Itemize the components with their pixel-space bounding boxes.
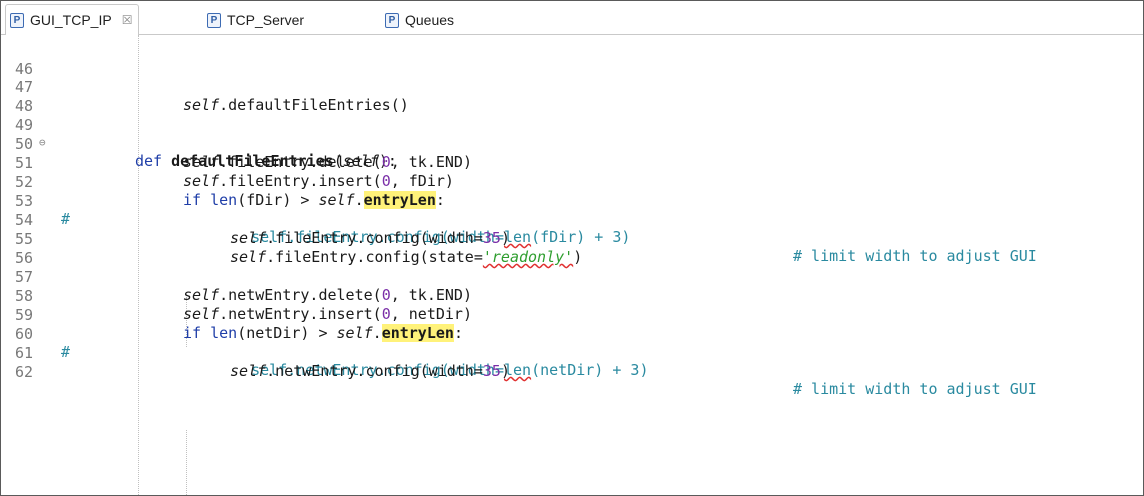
code-line: 56 bbox=[1, 231, 1143, 267]
tab-label: GUI_TCP_IP bbox=[30, 12, 112, 28]
editor-window: P GUI_TCP_IP ☒ P TCP_Server P Queues 46 … bbox=[0, 0, 1144, 496]
code-line: 61 self.netwEntry.config(width=35) # lim… bbox=[1, 326, 1143, 398]
code-line: 55 self.fileEntry.config(state='readonly… bbox=[1, 212, 1143, 266]
indent-guide bbox=[186, 430, 187, 495]
code-editor[interactable]: 46 47 self.defaultFileEntries() 48 49 ⊖ … bbox=[1, 35, 1143, 495]
close-tab-icon[interactable]: ☒ bbox=[122, 13, 133, 27]
code-line: 49 ⊖ def defaultFileEntries(self): bbox=[1, 98, 1143, 170]
tab-tcp-server[interactable]: P TCP_Server bbox=[207, 9, 304, 31]
tab-label: Queues bbox=[405, 12, 455, 28]
tab-gui-tcp-ip[interactable]: P GUI_TCP_IP ☒ bbox=[5, 4, 140, 36]
code-line: 59 if len(netDir) > self.entryLen: bbox=[1, 288, 1143, 342]
code-line: 47 self.defaultFileEntries() bbox=[1, 60, 1143, 114]
tab-label: TCP_Server bbox=[227, 12, 305, 28]
code-line: 46 bbox=[1, 42, 1143, 78]
python-module-icon: P bbox=[385, 12, 399, 28]
line-number: 62 bbox=[15, 363, 34, 381]
code-line: 57 self.netwEntry.delete(0, tk.END) bbox=[1, 250, 1143, 304]
code-line: 52 if len(fDir) > self.entryLen: bbox=[1, 155, 1143, 209]
code-line: 53 # self.fileEntry.config(width=len(fDi… bbox=[1, 174, 1143, 246]
python-module-icon: P bbox=[207, 12, 221, 28]
tab-queues[interactable]: P Queues bbox=[385, 9, 454, 31]
python-module-icon: P bbox=[10, 12, 24, 28]
code-line: 51 self.fileEntry.insert(0, fDir) bbox=[1, 136, 1143, 190]
inline-comment: # limit width to adjust GUI bbox=[793, 380, 1037, 398]
code-line: 54 self.fileEntry.config(width=35) # lim… bbox=[1, 193, 1143, 265]
code-line: 62 bbox=[1, 345, 1143, 381]
code-line: 58 self.netwEntry.insert(0, netDir) bbox=[1, 269, 1143, 323]
code-text: self.netwEntry.config(width=35) bbox=[230, 362, 510, 380]
code-line: 48 bbox=[1, 79, 1143, 115]
code-line: 60 # self.netwEntry.config(width=len(net… bbox=[1, 307, 1143, 379]
code-line: 50 self.fileEntry.delete(0, tk.END) bbox=[1, 117, 1143, 171]
editor-tab-bar: P GUI_TCP_IP ☒ P TCP_Server P Queues bbox=[1, 1, 1143, 36]
